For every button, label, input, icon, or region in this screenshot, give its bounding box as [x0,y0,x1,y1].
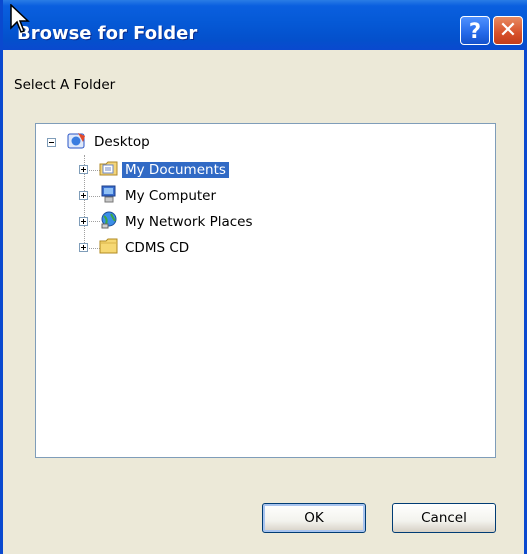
help-icon: ? [468,19,482,43]
select-folder-prompt: Select A Folder [14,77,116,93]
tree-item-my-documents[interactable]: My Documents [122,159,229,181]
help-button[interactable]: ? [460,16,490,45]
expand-toggle[interactable] [79,191,88,200]
close-icon: ✕ [498,18,518,43]
cancel-button[interactable]: Cancel [392,503,496,533]
folder-tree[interactable]: Desktop My Documents My Computer My Netw… [35,123,496,458]
close-button[interactable]: ✕ [493,16,523,45]
collapse-toggle[interactable] [47,138,56,147]
tree-item-my-computer[interactable]: My Computer [122,185,219,207]
folder-icon [99,238,118,254]
ok-button[interactable]: OK [262,503,366,533]
expand-toggle[interactable] [79,217,88,226]
desktop-icon [67,133,85,149]
browse-for-folder-dialog: Browse for Folder ? ✕ Select A Folder De… [0,0,527,554]
tree-item-my-network-places[interactable]: My Network Places [122,211,256,233]
my-documents-icon [99,161,118,176]
network-places-icon [101,211,117,229]
my-computer-icon [101,185,116,203]
tree-item-cdms-cd[interactable]: CDMS CD [122,237,192,259]
window-title: Browse for Folder [17,23,198,44]
expand-toggle[interactable] [79,243,88,252]
title-bar[interactable]: Browse for Folder ? ✕ [3,0,527,50]
mouse-cursor-icon [10,4,30,33]
expand-toggle[interactable] [79,165,88,174]
tree-item-desktop[interactable]: Desktop [91,131,153,153]
